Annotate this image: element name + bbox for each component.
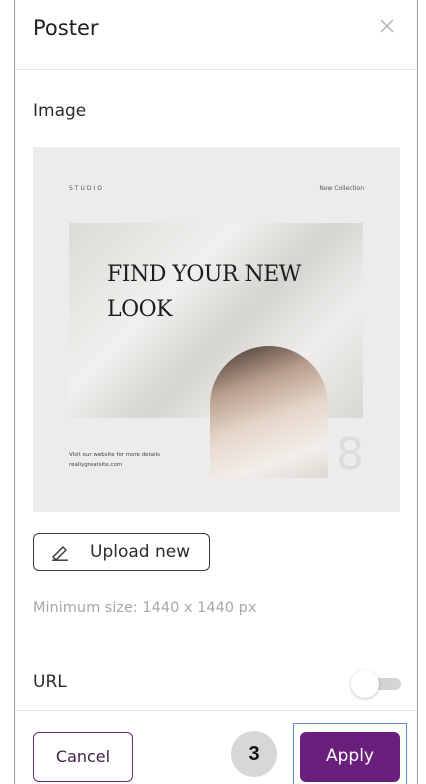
- step-number-badge: 3: [231, 731, 277, 777]
- poster-preview-image: STUDIO New Collection FIND YOUR NEW LOOK…: [33, 147, 400, 512]
- close-icon: [380, 19, 394, 33]
- preview-tag: New Collection: [319, 185, 364, 192]
- poster-panel: Poster Image STUDIO New Collection FIND …: [14, 0, 418, 784]
- apply-button[interactable]: Apply: [300, 732, 400, 782]
- minimum-size-hint: Minimum size: 1440 x 1440 px: [33, 600, 257, 616]
- upload-new-button[interactable]: Upload new: [33, 533, 210, 571]
- preview-model-photo: [210, 346, 328, 478]
- cancel-button[interactable]: Cancel: [33, 732, 133, 782]
- upload-new-label: Upload new: [90, 542, 191, 562]
- url-toggle[interactable]: [351, 670, 401, 698]
- panel-header: Poster: [15, 0, 417, 70]
- url-toggle-knob: [351, 670, 379, 698]
- apply-label: Apply: [326, 746, 374, 766]
- panel-footer: Cancel 3 Apply: [15, 710, 417, 784]
- image-section-label: Image: [33, 101, 87, 121]
- pencil-icon: [52, 546, 68, 561]
- preview-numeral: 8: [336, 429, 364, 480]
- preview-headline: FIND YOUR NEW LOOK: [107, 262, 301, 322]
- cancel-label: Cancel: [55, 747, 111, 766]
- url-label: URL: [33, 672, 67, 692]
- close-button[interactable]: [375, 14, 399, 38]
- preview-brand: STUDIO: [69, 185, 104, 192]
- preview-footer-text: Visit our website for more details reall…: [69, 452, 161, 468]
- panel-title: Poster: [33, 16, 99, 40]
